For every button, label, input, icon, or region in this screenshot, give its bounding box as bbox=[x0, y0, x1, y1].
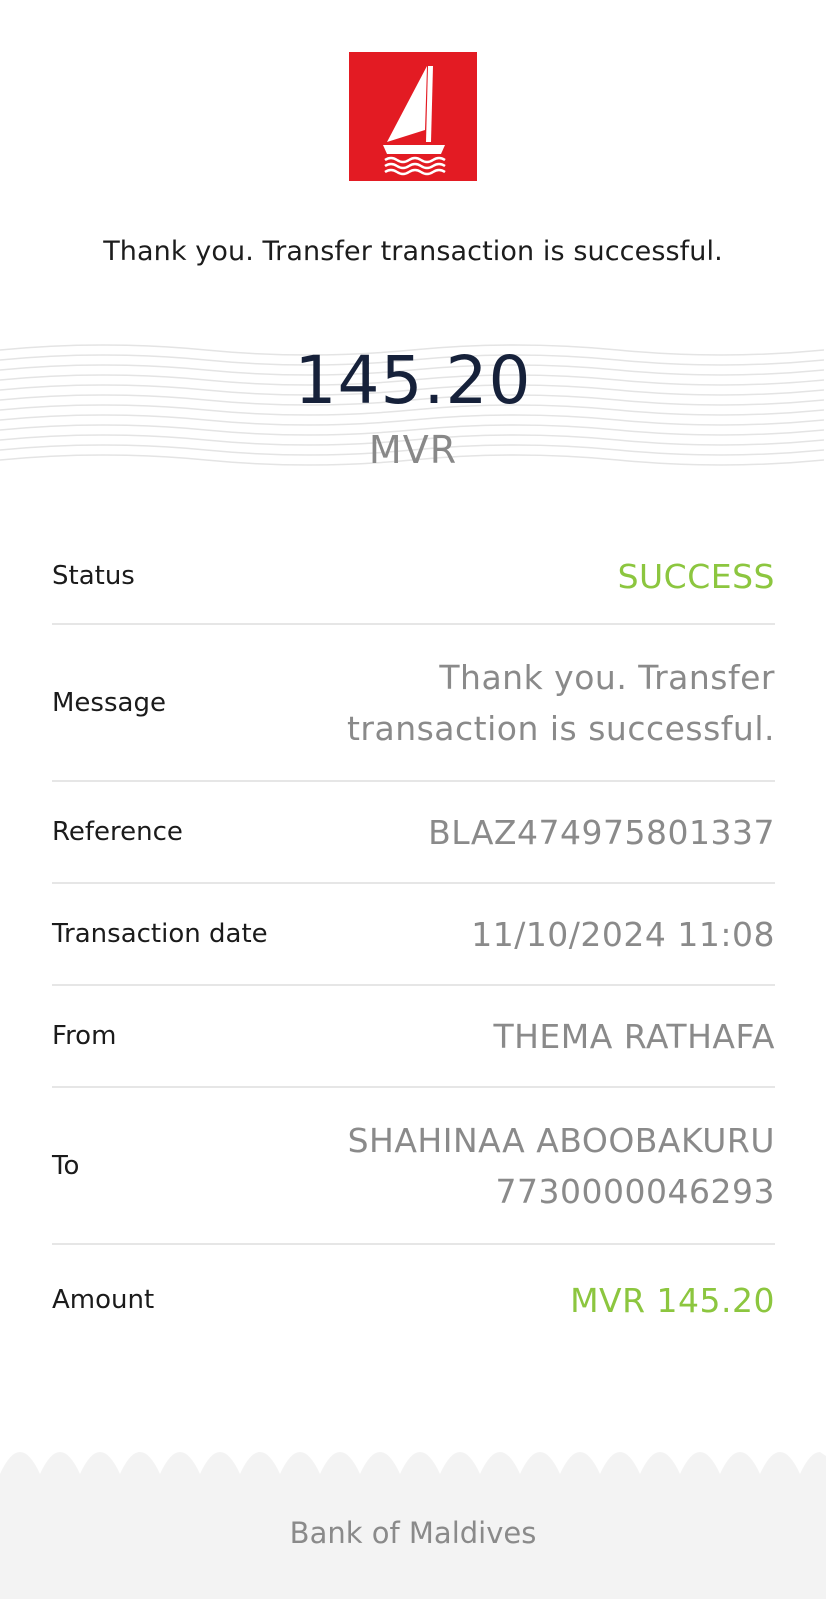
to-account: 7730000046293 bbox=[495, 1171, 775, 1211]
to-value: SHAHINAA ABOOBAKURU 7730000046293 bbox=[348, 1115, 775, 1217]
detail-row-status: Status SUCCESS bbox=[52, 529, 775, 625]
to-name: SHAHINAA ABOOBAKURU bbox=[347, 1120, 775, 1160]
success-headline: Thank you. Transfer transaction is succe… bbox=[103, 236, 723, 267]
from-value: THEMA RATHAFA bbox=[493, 1016, 775, 1056]
reference-label: Reference bbox=[52, 817, 183, 847]
message-value-line2: transaction is successful. bbox=[346, 708, 775, 748]
transfer-receipt: Thank you. Transfer transaction is succe… bbox=[0, 0, 826, 1599]
footer-bank-name: Bank of Maldives bbox=[289, 1516, 537, 1550]
status-label: Status bbox=[52, 561, 135, 591]
message-label: Message bbox=[52, 687, 166, 718]
detail-row-reference: Reference BLAZ474975801337 bbox=[52, 782, 775, 884]
detail-row-from: From THEMA RATHAFA bbox=[52, 986, 775, 1088]
transfer-currency: MVR bbox=[368, 428, 458, 472]
detail-row-date: Transaction date 11/10/2024 11:08 bbox=[52, 884, 775, 986]
detail-row-message: Message Thank you. Transfer transaction … bbox=[52, 625, 775, 782]
date-label: Transaction date bbox=[52, 919, 268, 949]
message-value: Thank you. Transfer transaction is succe… bbox=[347, 652, 775, 754]
detail-row-amount: Amount MVR 145.20 bbox=[52, 1245, 775, 1355]
reference-value: BLAZ474975801337 bbox=[428, 812, 775, 852]
message-value-line1: Thank you. Transfer bbox=[439, 657, 775, 697]
to-label: To bbox=[52, 1150, 80, 1181]
status-value: SUCCESS bbox=[617, 556, 775, 596]
detail-row-to: To SHAHINAA ABOOBAKURU 7730000046293 bbox=[52, 1088, 775, 1245]
amount-label: Amount bbox=[52, 1285, 155, 1315]
transaction-details: Status SUCCESS Message Thank you. Transf… bbox=[52, 529, 775, 1355]
from-label: From bbox=[52, 1021, 117, 1051]
sailboat-icon bbox=[383, 66, 446, 176]
date-value: 11/10/2024 11:08 bbox=[471, 914, 775, 954]
bank-logo bbox=[349, 52, 477, 181]
amount-value: MVR 145.20 bbox=[570, 1280, 775, 1320]
footer: Bank of Maldives bbox=[0, 1452, 826, 1599]
transfer-amount: 145.20 bbox=[294, 342, 532, 419]
